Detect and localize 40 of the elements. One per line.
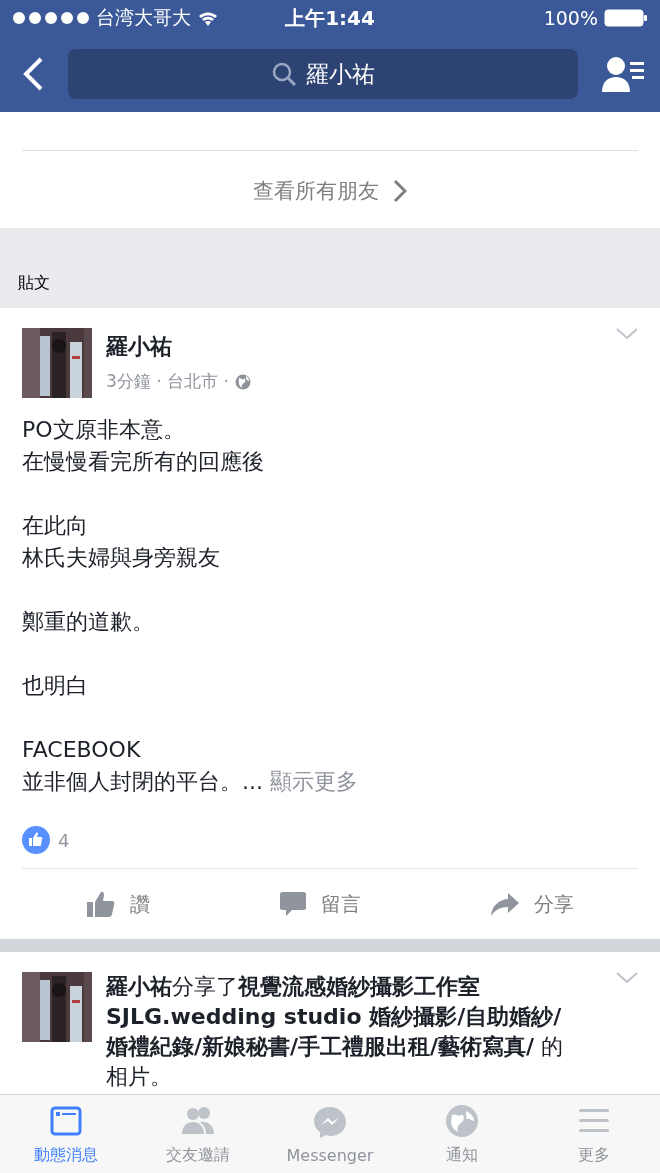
friend-list-icon[interactable] — [602, 56, 646, 92]
see-more-link[interactable]: 顯示更多 — [270, 769, 358, 794]
globe-icon — [234, 373, 251, 390]
section-title: 貼文 — [18, 273, 50, 294]
post-text: 鄭重的道歉。 — [22, 608, 155, 636]
tab[interactable]: 更多 — [528, 1095, 660, 1173]
tab[interactable]: 通知 — [396, 1095, 528, 1173]
comment-button[interactable]: 留言 — [273, 889, 367, 919]
author-name[interactable]: 羅小祐 — [106, 332, 602, 362]
post-text: 在慢慢看完所有的回應後 — [22, 448, 265, 476]
tab[interactable]: Messenger — [264, 1095, 396, 1173]
share-button[interactable]: 分享 — [483, 889, 580, 919]
thumbs-up-icon — [86, 890, 117, 918]
see-all-friends-link[interactable]: 查看所有朋友 — [253, 177, 407, 205]
battery-percent: 100% — [543, 7, 598, 29]
globe-icon — [444, 1102, 480, 1139]
post-text: 在此向 — [22, 512, 89, 540]
like-icon — [22, 826, 50, 854]
like-count[interactable]: 4 — [58, 829, 70, 851]
clock-time: 上午1:44 — [285, 4, 375, 32]
like-button[interactable]: 讚 — [80, 889, 157, 919]
carrier-name: 台湾大哥大 — [96, 5, 191, 30]
post-meta: 3分鐘 · 台北市 · — [106, 370, 229, 393]
battery-icon — [604, 9, 648, 27]
post-text: PO文原非本意。 — [22, 416, 186, 444]
wifi-icon — [197, 10, 219, 26]
search-field[interactable]: 羅小祐 — [68, 49, 578, 99]
post-text: 也明白 — [22, 672, 89, 700]
tab[interactable]: 交友邀請 — [132, 1095, 264, 1173]
post-text: 並非個人封閉的平台。... — [22, 769, 263, 794]
post-text: 林氏夫婦與身旁親友 — [22, 544, 221, 572]
back-icon[interactable] — [22, 57, 44, 91]
tab[interactable]: 動態消息 — [0, 1095, 132, 1173]
post-text: FACEBOOK — [22, 736, 142, 764]
chevron-right-icon — [393, 179, 407, 203]
search-icon — [271, 62, 296, 86]
share-headline: 羅小祐分享了視覺流感婚紗攝影工作室 SJLG.wedding studio 婚紗攝影/自助婚紗/婚禮紀錄/新娘秘書/手工禮服出租/藝術寫真/ 的相片。 — [106, 973, 565, 1091]
share-arrow-icon — [489, 891, 520, 917]
signal-icon — [12, 11, 90, 25]
speech-bubble-icon — [279, 890, 307, 918]
